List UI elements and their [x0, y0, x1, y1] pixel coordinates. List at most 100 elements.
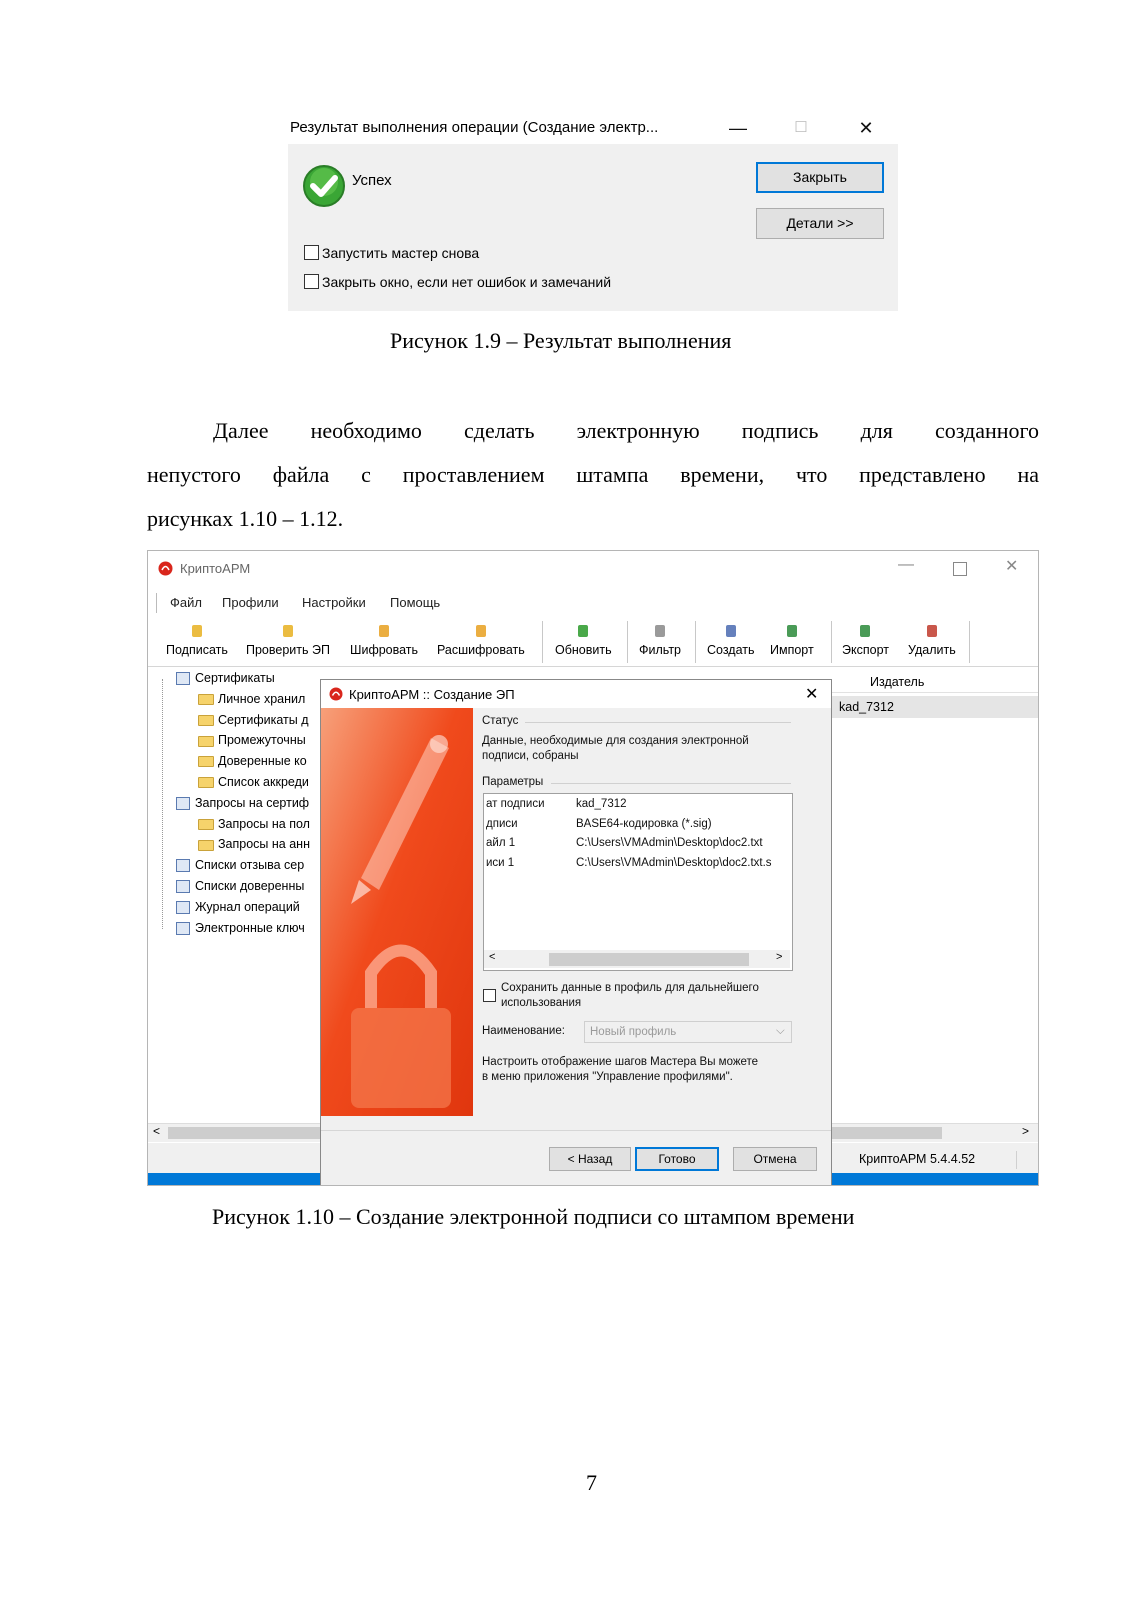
caption-figure-1-10: Рисунок 1.10 – Создание электронной подп… [212, 1204, 855, 1229]
toolbar-button-label: Импорт [770, 643, 814, 657]
paragraph-line-3: рисунках 1.10 – 1.12. [147, 506, 344, 531]
toolbar-button-5[interactable]: Фильтр [639, 621, 681, 665]
paragraph-word: для [860, 418, 893, 443]
tree-item-label: Доверенные ко [218, 754, 307, 769]
status-text-line-2: подписи, собраны [482, 750, 579, 762]
paragraph-word: представлено [859, 462, 986, 487]
toolbar-button-label: Обновить [555, 643, 612, 657]
cryptoarm-logo-icon [329, 687, 343, 701]
status-text: Успех [352, 172, 392, 189]
tree-item-label: Журнал операций [195, 899, 300, 914]
menu-item-0[interactable]: Файл [170, 595, 202, 610]
minimize-button[interactable]: — [898, 556, 914, 574]
scroll-left-icon[interactable]: < [489, 951, 495, 963]
paragraph-word: на [1017, 462, 1039, 487]
tree-item-5[interactable]: Список аккреди [198, 775, 309, 789]
restart-wizard-checkbox[interactable] [304, 245, 319, 260]
toolbar-button-label: Расшифровать [437, 643, 525, 657]
toolbar-button-1[interactable]: Проверить ЭП [246, 621, 330, 665]
close-icon[interactable]: ✕ [846, 114, 886, 142]
finish-button[interactable]: Готово [635, 1147, 719, 1171]
tree-item-6[interactable]: Запросы на сертиф [176, 796, 309, 810]
tree-item-8[interactable]: Запросы на анн [198, 837, 310, 851]
tree-item-label: Сертификаты д [218, 712, 309, 727]
paragraph-word: непустого [147, 462, 241, 487]
wizard-banner-image [321, 708, 473, 1116]
close-icon[interactable]: ✕ [805, 684, 818, 704]
node-icon [176, 921, 190, 935]
toolbar-button-label: Проверить ЭП [246, 643, 330, 657]
tree-item-12[interactable]: Электронные ключ [176, 921, 305, 935]
param-name: ат подписи [486, 798, 545, 810]
tree-item-11[interactable]: Журнал операций [176, 900, 300, 914]
menu-item-2[interactable]: Настройки [302, 595, 366, 610]
lock-icon [379, 625, 390, 637]
paragraph-word: что [795, 462, 828, 487]
paragraph-word: файла [272, 462, 330, 487]
filter-icon [655, 625, 665, 637]
tree-item-9[interactable]: Списки отзыва сер [176, 858, 305, 873]
paragraph-word: созданного [934, 418, 1039, 443]
maximize-button[interactable] [953, 562, 967, 576]
chevron-down-icon[interactable]: ⌵ [776, 1025, 785, 1038]
close-if-ok-checkbox[interactable] [304, 274, 319, 289]
toolbar-button-3[interactable]: Расшифровать [437, 621, 525, 665]
list-header [832, 672, 1038, 693]
scroll-right-icon[interactable]: > [776, 951, 782, 963]
toolbar-button-label: Создать [707, 643, 755, 657]
result-dialog: Результат выполнения операции (Создание … [288, 112, 898, 311]
details-button[interactable]: Детали >> [756, 208, 884, 239]
toolbar-button-8[interactable]: Экспорт [842, 621, 889, 665]
tree-item-label: Запросы на пол [218, 816, 310, 831]
toolbar-button-4[interactable]: Обновить [555, 621, 612, 665]
toolbar-button-6[interactable]: Создать [707, 621, 755, 665]
param-value: kad_7312 [576, 798, 627, 810]
close-icon[interactable]: ✕ [1005, 556, 1018, 576]
tree-item-7[interactable]: Запросы на пол [198, 817, 310, 831]
close-button[interactable]: Закрыть [756, 162, 884, 193]
status-header: Статус [482, 715, 519, 727]
toolbar-button-0[interactable]: Подписать [166, 621, 228, 665]
minimize-button[interactable]: — [718, 114, 758, 142]
cancel-button[interactable]: Отмена [733, 1147, 817, 1171]
status-version: КриптоАРМ 5.4.4.52 [859, 1152, 976, 1166]
param-name: айл 1 [486, 837, 516, 849]
params-scrollbar-thumb[interactable] [549, 953, 749, 966]
paragraph-line-1: Далее необходимо сделать электронную подпись… [147, 418, 1039, 444]
paragraph-word: Далее [213, 418, 269, 443]
menu-item-3[interactable]: Помощь [390, 595, 440, 610]
tree-item-label: Запросы на анн [218, 837, 310, 852]
folder-icon [198, 735, 214, 747]
tree-item-4[interactable]: Доверенные ко [198, 754, 307, 768]
tree-item-1[interactable]: Личное хранил [198, 692, 305, 706]
back-button[interactable]: < Назад [549, 1147, 631, 1171]
list-header-issuer[interactable]: Издатель [870, 675, 924, 689]
refresh-icon [578, 625, 589, 637]
folder-icon [198, 839, 214, 851]
save-profile-label-line-1: Сохранить данные в профиль для дальнейше… [501, 982, 759, 994]
status-text-line-1: Данные, необходимые для создания электро… [482, 735, 749, 747]
folder-icon [198, 694, 214, 705]
toolbar-button-7[interactable]: Импорт [770, 621, 814, 665]
paragraph-word: электронную [576, 418, 700, 443]
paragraph-word: проставлением [402, 462, 545, 487]
scroll-right-icon[interactable]: > [1022, 1124, 1029, 1138]
tree-item-label: Списки отзыва сер [195, 858, 305, 873]
save-profile-checkbox[interactable] [483, 989, 496, 1002]
menu-item-1[interactable]: Профили [222, 595, 279, 610]
tree-item-2[interactable]: Сертификаты д [198, 713, 309, 727]
tree-item-label: Электронные ключ [195, 920, 305, 935]
scroll-left-icon[interactable]: < [153, 1124, 160, 1138]
toolbar-button-9[interactable]: Удалить [908, 621, 956, 665]
toolbar-button-2[interactable]: Шифровать [350, 621, 418, 665]
folder-icon [198, 818, 214, 830]
tree-item-10[interactable]: Списки доверенны [176, 879, 304, 894]
folder-icon [198, 714, 214, 726]
profile-name-placeholder: Новый профиль [590, 1026, 677, 1038]
tree-item-label: Запросы на сертиф [195, 795, 310, 810]
tree-item-0[interactable]: Сертификаты [176, 671, 275, 686]
paragraph-word: необходимо [310, 418, 422, 443]
toolbar-button-label: Подписать [166, 643, 228, 657]
paragraph-word: времени, [680, 462, 765, 487]
tree-item-3[interactable]: Промежуточны [198, 733, 306, 747]
